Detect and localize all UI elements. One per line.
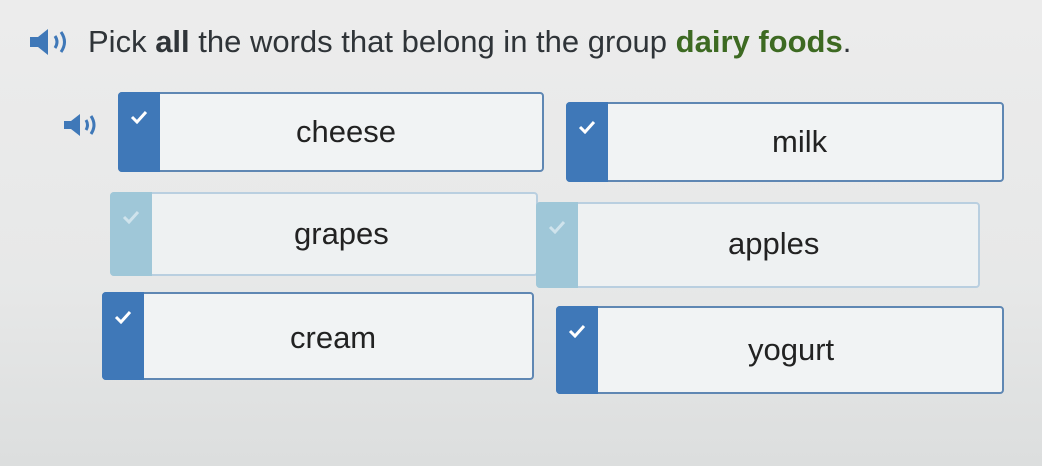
option-card-yogurt[interactable]: yogurt	[556, 306, 1004, 394]
options-speaker-icon[interactable]	[62, 112, 102, 138]
unselected-check-tab	[536, 202, 578, 288]
instruction-prompt: Pick all the words that belong in the gr…	[28, 24, 851, 60]
option-card-cream[interactable]: cream	[102, 292, 534, 380]
option-card-grapes[interactable]: grapes	[110, 192, 538, 276]
option-label: cream	[290, 320, 377, 355]
checkmark-icon	[122, 210, 140, 224]
unselected-check-tab	[110, 192, 152, 276]
selected-check-tab	[566, 102, 608, 182]
option-label: milk	[772, 124, 828, 159]
checkmark-icon	[548, 220, 566, 234]
selected-check-tab	[118, 92, 160, 172]
selected-check-tab	[102, 292, 144, 380]
option-card-cheese[interactable]: cheese	[118, 92, 544, 172]
option-label: grapes	[294, 216, 389, 251]
instruction-text: Pick all the words that belong in the gr…	[88, 24, 852, 59]
checkmark-icon	[114, 310, 132, 324]
checkmark-icon	[130, 110, 148, 124]
option-label: yogurt	[748, 332, 835, 367]
selected-check-tab	[556, 306, 598, 394]
checkmark-icon	[568, 324, 586, 338]
option-card-apples[interactable]: apples	[536, 202, 980, 288]
speaker-icon[interactable]	[28, 27, 74, 57]
checkmark-icon	[578, 120, 596, 134]
option-label: cheese	[296, 114, 396, 149]
option-label: apples	[728, 226, 820, 261]
option-card-milk[interactable]: milk	[566, 102, 1004, 182]
